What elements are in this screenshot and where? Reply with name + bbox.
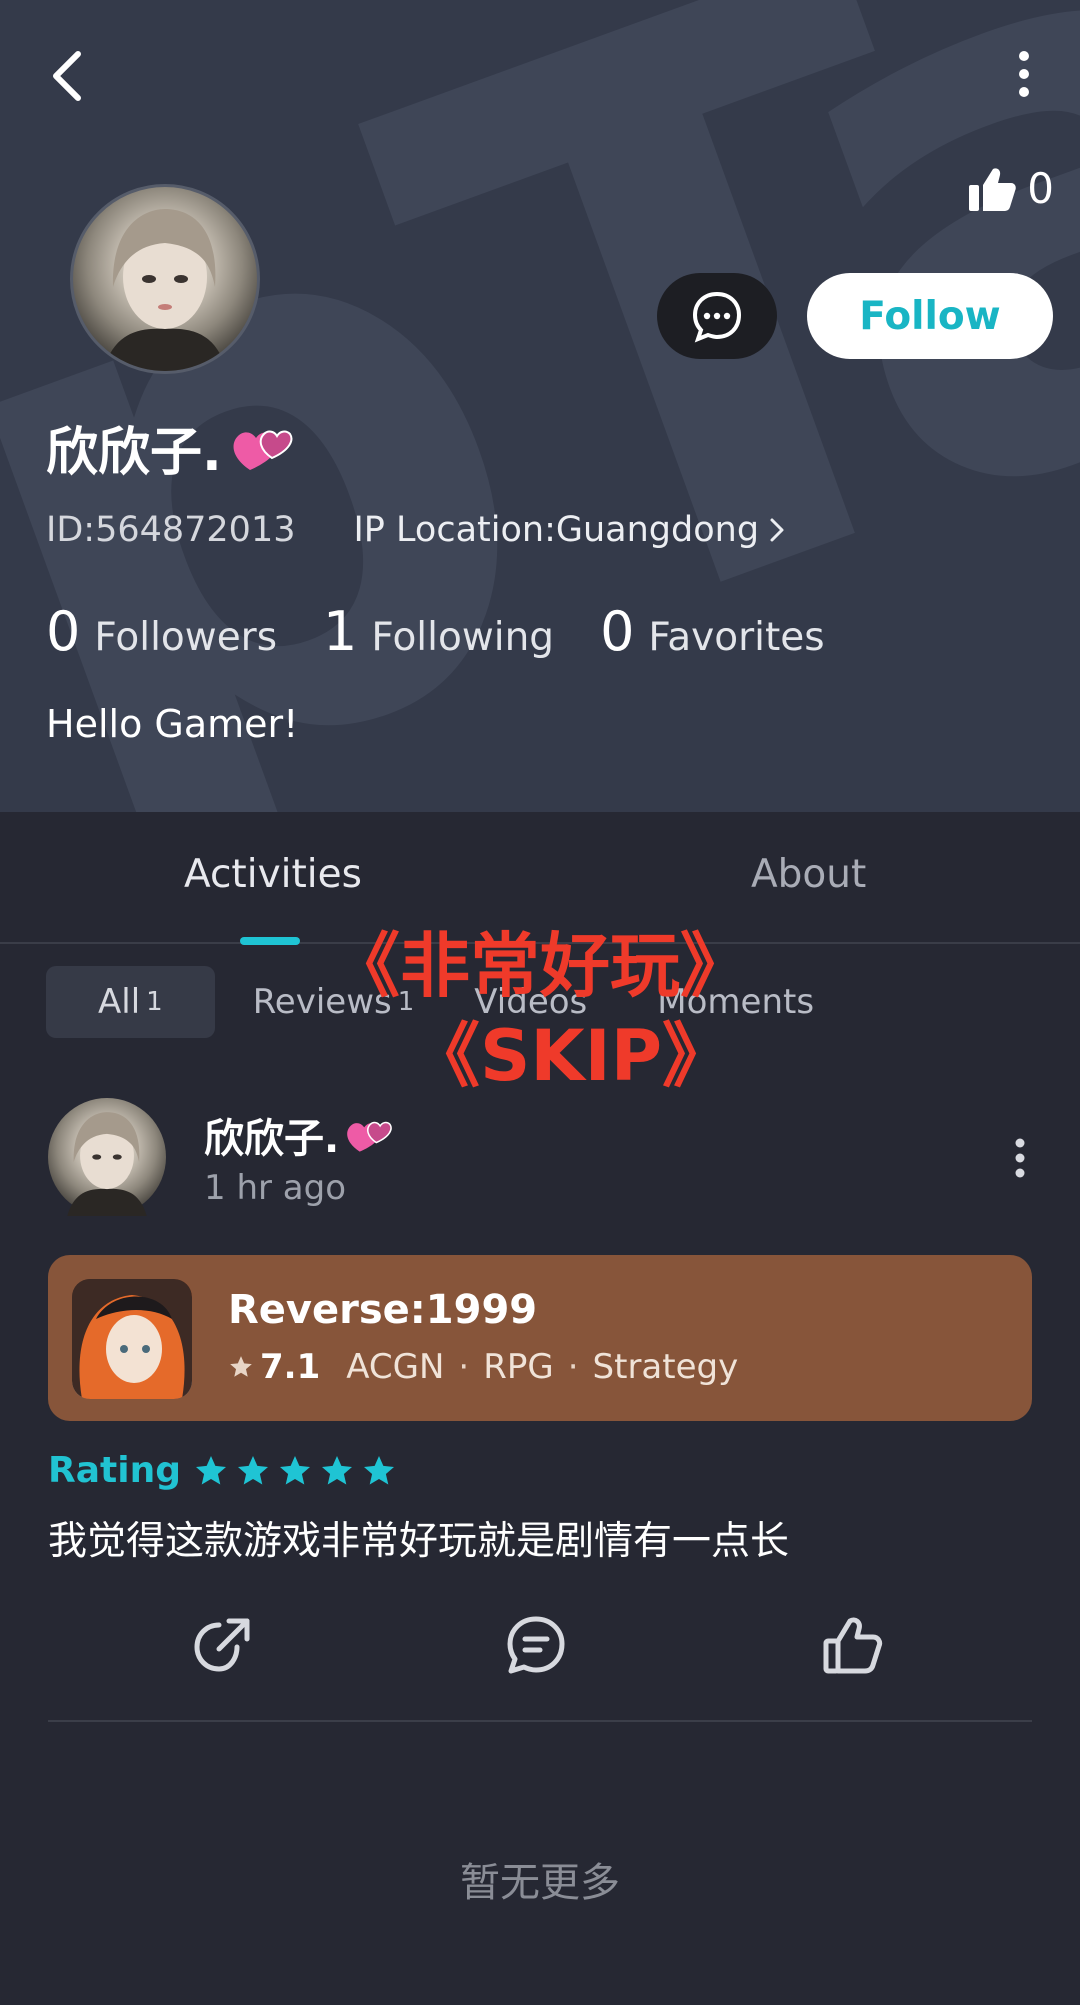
followers-stat[interactable]: 0 Followers (46, 600, 277, 663)
hearts-emoji-icon (233, 430, 293, 470)
star-icon (195, 1455, 226, 1484)
profile-header: pTa 0 Follow 欣欣子. ID:564872013 IP Locati… (0, 0, 1080, 812)
follow-button[interactable]: Follow (807, 273, 1053, 359)
star-icon (321, 1455, 352, 1484)
filter-reviews[interactable]: Reviews 1 (253, 966, 415, 1038)
star-icon (363, 1455, 394, 1484)
followers-label: Followers (94, 615, 278, 660)
post-more-button[interactable] (1000, 1130, 1040, 1186)
chevron-left-icon (53, 51, 81, 101)
rating-label: Rating (48, 1450, 181, 1491)
post-divider (48, 1720, 1032, 1722)
profile-likes[interactable]: 0 (967, 164, 1054, 213)
tag-separator: · (567, 1347, 579, 1387)
ip-location-text: IP Location:Guangdong (353, 510, 760, 550)
back-button[interactable] (34, 40, 98, 112)
game-tag: RPG (483, 1347, 554, 1387)
profile-bio: Hello Gamer! (46, 702, 299, 746)
following-label: Following (371, 615, 555, 660)
user-id: ID:564872013 (46, 510, 296, 550)
profile-tabs: Activities About (0, 812, 1080, 945)
filter-all-count: 1 (146, 987, 163, 1017)
no-more-content: 暂无更多 (460, 1860, 620, 1906)
avatar[interactable] (70, 184, 260, 374)
followers-count: 0 (46, 600, 81, 663)
post-timestamp: 1 hr ago (204, 1168, 346, 1208)
game-meta: 7.1 ACGN · RPG · Strategy (228, 1347, 738, 1387)
filter-videos-label: Videos (474, 982, 588, 1022)
thumbs-up-outline-icon (823, 1617, 883, 1674)
review-text: 我觉得这款游戏非常好玩就是剧情有一点长 (48, 1519, 790, 1564)
comment-icon (507, 1616, 565, 1674)
profile-username: 欣欣子. (46, 410, 294, 485)
background-watermark: pTa (0, 0, 1080, 812)
active-tab-indicator (240, 937, 300, 945)
game-character-image (72, 1279, 192, 1399)
chat-bubble-icon (692, 291, 742, 343)
message-button[interactable] (657, 273, 777, 359)
filter-moments-label: Moments (657, 982, 815, 1022)
username-text: 欣欣子. (46, 423, 222, 483)
avatar-image (67, 1112, 147, 1216)
post-actions (0, 1605, 1080, 1685)
game-title: Reverse:1999 (228, 1287, 538, 1333)
profile-stats: 0 Followers 1 Following 0 Favorites (46, 600, 871, 663)
avatar-image (103, 209, 227, 371)
post-username[interactable]: 欣欣子. (204, 1106, 393, 1164)
share-icon (194, 1618, 250, 1672)
hearts-emoji-icon (347, 1121, 392, 1152)
filter-videos[interactable]: Videos (474, 966, 587, 1038)
filter-moments[interactable]: Moments (657, 966, 814, 1038)
post-avatar[interactable] (48, 1098, 166, 1216)
comment-button[interactable] (496, 1605, 576, 1685)
more-vertical-icon (1015, 1138, 1025, 1178)
filter-reviews-count: 1 (397, 987, 415, 1017)
star-icon (237, 1455, 268, 1484)
favorites-stat[interactable]: 0 Favorites (600, 600, 825, 663)
following-count: 1 (323, 600, 358, 663)
like-button[interactable] (813, 1605, 893, 1685)
following-stat[interactable]: 1 Following (323, 600, 554, 663)
filter-all[interactable]: All 1 (46, 966, 215, 1038)
chevron-right-icon (770, 518, 784, 542)
game-card[interactable]: Reverse:1999 7.1 ACGN · RPG · Strategy (48, 1255, 1032, 1421)
game-score: 7.1 (260, 1347, 321, 1387)
activity-filters: All 1 Reviews 1 Videos Moments (46, 966, 814, 1038)
thumbs-up-icon (969, 167, 1017, 211)
game-tag: ACGN (346, 1347, 445, 1387)
star-icon (279, 1455, 310, 1484)
likes-count: 0 (1027, 164, 1054, 213)
share-button[interactable] (183, 1605, 263, 1685)
more-options-button[interactable] (1002, 44, 1046, 104)
post-username-text: 欣欣子. (204, 1116, 340, 1162)
game-icon (72, 1279, 192, 1399)
filter-reviews-label: Reviews (252, 982, 392, 1022)
star-icon (230, 1356, 252, 1377)
tab-activities[interactable]: Activities (184, 852, 362, 897)
tab-about[interactable]: About (751, 852, 866, 897)
game-tag: Strategy (592, 1347, 739, 1387)
ip-location-link[interactable]: IP Location:Guangdong (353, 510, 785, 550)
rating-row: Rating (48, 1450, 403, 1491)
favorites-count: 0 (600, 600, 635, 663)
favorites-label: Favorites (648, 615, 825, 660)
tag-separator: · (458, 1347, 470, 1387)
more-vertical-icon (1019, 51, 1029, 97)
filter-all-label: All (98, 982, 141, 1022)
rating-stars (193, 1453, 403, 1489)
profile-meta: ID:564872013 IP Location:Guangdong (46, 510, 785, 550)
